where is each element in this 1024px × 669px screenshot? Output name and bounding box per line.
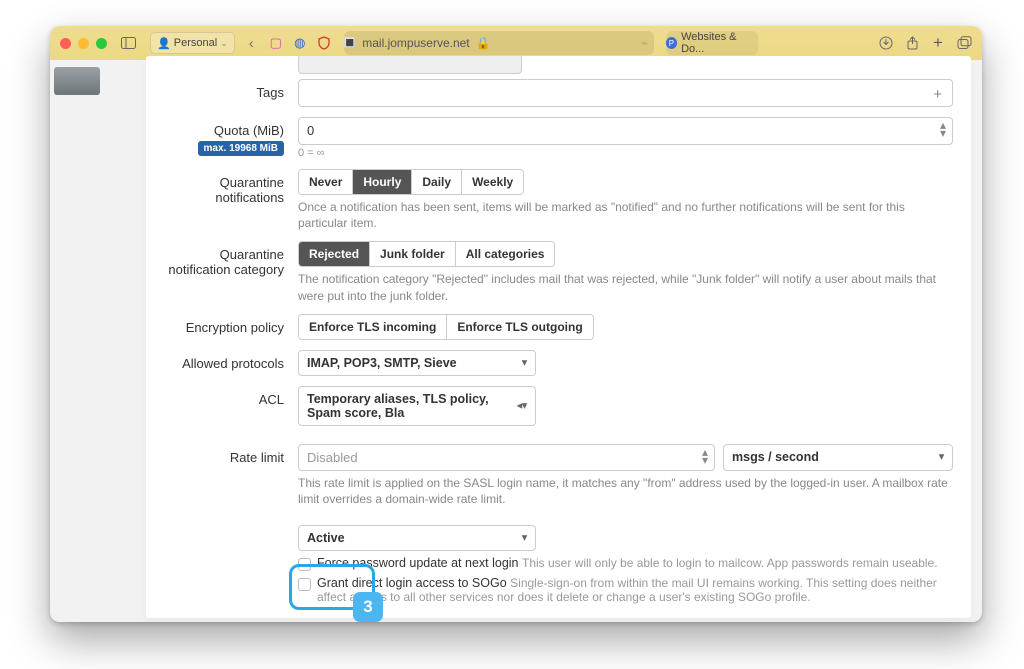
protocols-select[interactable]: IMAP, POP3, SMTP, Sieve▾ [298,350,536,376]
enc-outgoing[interactable]: Enforce TLS outgoing [447,315,592,339]
acl-label: ACL [164,386,298,426]
downloads-icon[interactable] [878,35,894,51]
tags-input[interactable]: + [298,79,953,107]
viewport: erve⏻ 🐵 + 🐮 = 💕 Version: 2024-08a Tags + [50,60,982,622]
qcat-help: The notification category "Rejected" inc… [298,271,953,303]
lock-icon: 🔒 [476,36,491,50]
notes-icon[interactable]: ▢ [268,35,284,51]
zoom-icon[interactable] [96,38,107,49]
browser-window: 👤 Personal ⌄ ‹ ▢ ◍ 🔳 mail.jompuserve.net… [50,26,982,622]
minimize-icon[interactable] [78,38,89,49]
credentials-label: Websites & Do... [681,31,758,55]
chevron-down-icon: ▾ [522,357,527,368]
share-icon[interactable] [904,35,920,51]
credentials-pill[interactable]: P Websites & Do... [666,31,758,55]
status-select[interactable]: Active▾ [298,525,536,551]
rate-help: This rate limit is applied on the SASL l… [298,475,953,507]
truncated-field[interactable] [298,56,522,74]
sidebar-toggle-icon[interactable] [115,32,142,54]
stepper-icon[interactable]: ▴▾ [940,121,946,137]
qcat-junk[interactable]: Junk folder [370,242,456,266]
rate-unit-select[interactable]: msgs / second▾ [723,444,953,471]
chevron-down-icon: ◂▾ [517,400,527,411]
qnotif-help: Once a notification has been sent, items… [298,199,953,231]
qnotif-weekly[interactable]: Weekly [462,170,523,194]
rate-label: Rate limit [164,444,298,507]
background-thumbnail [54,67,100,95]
acl-select[interactable]: Temporary aliases, TLS policy, Spam scor… [298,386,536,426]
qcat-label: Quarantine notification category [164,241,298,303]
address-bar[interactable]: 🔳 mail.jompuserve.net 🔒 ⌁ [344,31,654,55]
tabs-icon[interactable] [956,35,972,51]
qnotif-daily[interactable]: Daily [412,170,462,194]
protocols-label: Allowed protocols [164,350,298,376]
plus-icon[interactable]: + [933,86,942,103]
qnotif-never[interactable]: Never [299,170,353,194]
quota-max-badge: max. 19968 MiB [198,141,285,156]
new-tab-icon[interactable]: + [930,35,946,51]
window-controls [60,38,107,49]
qnotif-label: Quarantine notifications [164,169,298,231]
tags-label: Tags [164,79,298,107]
qcat-all[interactable]: All categories [456,242,555,266]
chevron-down-icon: ▾ [939,452,944,463]
annotation-number: 3 [353,592,383,622]
enc-segment: Enforce TLS incoming Enforce TLS outgoin… [298,314,594,340]
qcat-segment: Rejected Junk folder All categories [298,241,555,267]
enc-incoming[interactable]: Enforce TLS incoming [299,315,447,339]
qcat-rejected[interactable]: Rejected [299,242,370,266]
enc-label: Encryption policy [164,314,298,340]
chevron-down-icon: ▾ [522,533,527,544]
profile-pill[interactable]: 👤 Personal ⌄ [150,32,235,54]
profile-name: Personal [174,37,217,49]
address-text: mail.jompuserve.net [362,36,469,50]
quota-hint: 0 = ∞ [298,147,953,159]
back-button[interactable]: ‹ [243,32,260,54]
rate-input[interactable]: Disabled ▴▾ [298,444,715,471]
1password-icon[interactable]: ◍ [292,35,308,51]
qnotif-segment: Never Hourly Daily Weekly [298,169,524,195]
qnotif-hourly[interactable]: Hourly [353,170,412,194]
close-icon[interactable] [60,38,71,49]
quota-label: Quota (MiB) max. 19968 MiB [164,117,298,159]
force-pw-sub: This user will only be able to login to … [522,556,938,570]
shield-icon[interactable] [316,35,332,51]
stepper-icon[interactable]: ▴▾ [702,448,708,464]
settings-modal: Tags + Quota (MiB) max. 19968 MiB [146,56,971,618]
quota-input[interactable]: 0 ▴▾ [298,117,953,145]
titlebar: 👤 Personal ⌄ ‹ ▢ ◍ 🔳 mail.jompuserve.net… [50,26,982,60]
